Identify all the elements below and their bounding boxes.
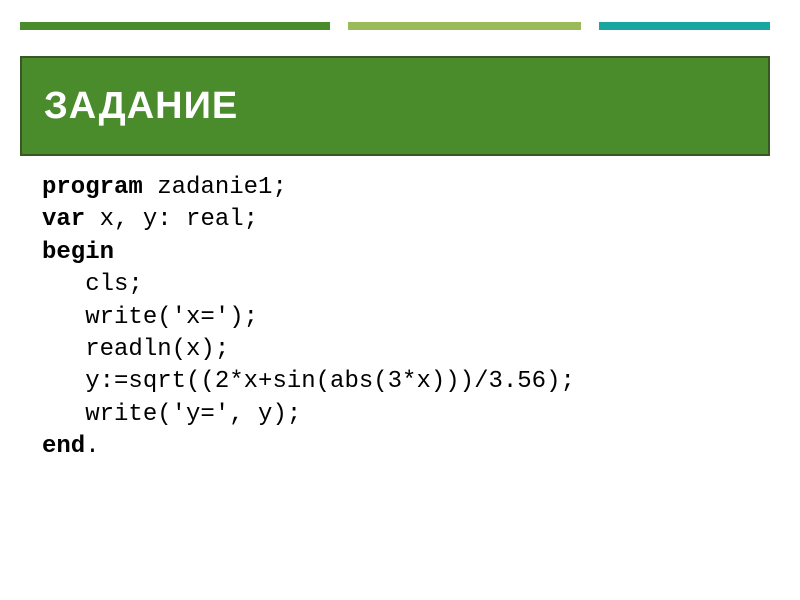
accent-dark-green	[20, 22, 330, 30]
code-line-write-y: write('y=', y);	[42, 401, 301, 428]
code-line-cls: cls;	[42, 271, 143, 298]
code-line-assign: y:=sqrt((2*x+sin(abs(3*x)))/3.56);	[42, 368, 575, 395]
keyword-end: end	[42, 433, 85, 460]
slide-title: ЗАДАНИЕ	[44, 85, 238, 128]
code-line-write-x: write('x=');	[42, 304, 258, 331]
program-name: zadanie1;	[143, 174, 287, 201]
title-bar: ЗАДАНИЕ	[20, 56, 770, 156]
accent-stripe	[20, 22, 770, 30]
var-declaration: x, y: real;	[85, 206, 258, 233]
slide: ЗАДАНИЕ program zadanie1; var x, y: real…	[0, 0, 800, 600]
keyword-program: program	[42, 174, 143, 201]
end-dot: .	[85, 433, 99, 460]
accent-light-green	[348, 22, 581, 30]
keyword-begin: begin	[42, 239, 114, 266]
code-block: program zadanie1; var x, y: real; begin …	[42, 172, 760, 464]
accent-teal	[599, 22, 770, 30]
keyword-var: var	[42, 206, 85, 233]
code-line-readln: readln(x);	[42, 336, 229, 363]
